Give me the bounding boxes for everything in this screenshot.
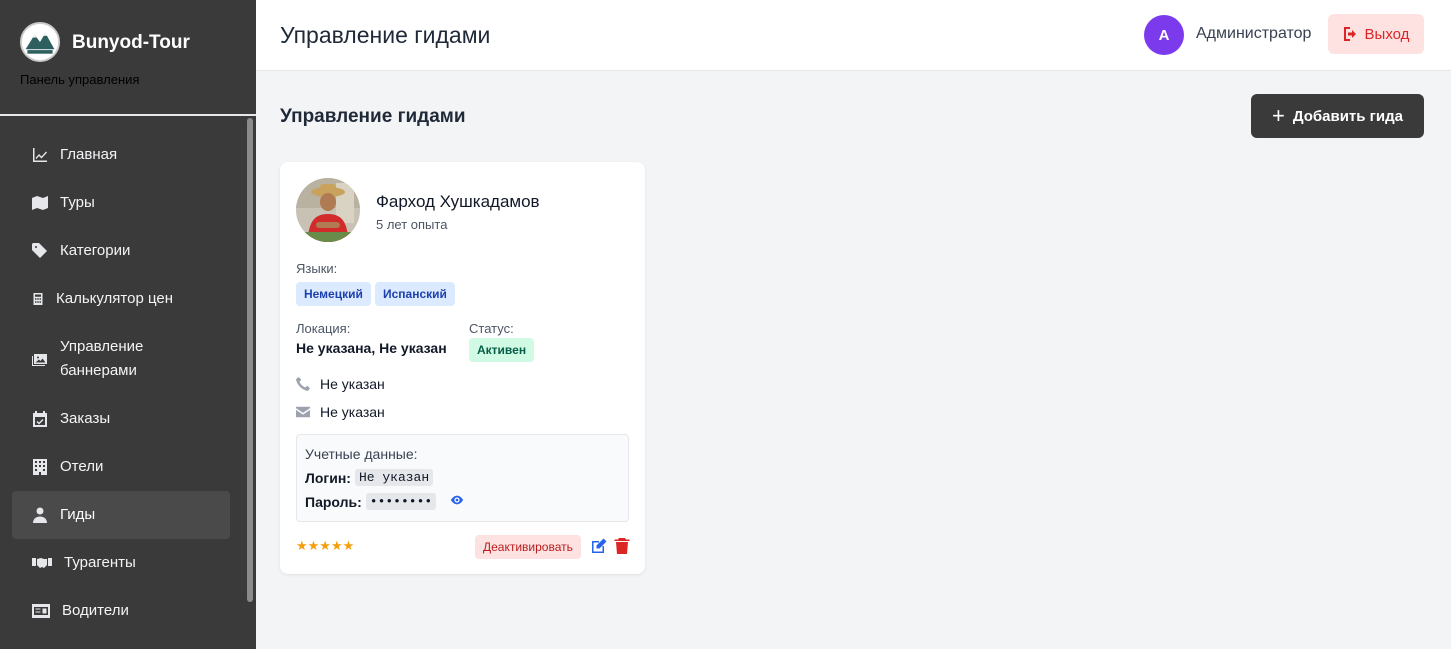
edit-icon[interactable] [591,538,607,554]
sidebar-item-dashboard[interactable]: Главная [12,131,230,179]
password-row: Пароль: •••••••• [305,493,464,510]
calendar-check-icon [33,411,47,427]
sidebar-divider [0,114,256,116]
user-icon [33,507,47,523]
section-title: Управление гидами [280,106,466,127]
email-row: Не указан [296,404,385,420]
guide-experience: 5 лет опыта [376,217,448,232]
sidebar-item-label: Калькулятор цен [56,290,174,307]
languages-label: Языки: [296,261,338,276]
credentials-box: Учетные данные: Логин: Не указан Пароль:… [296,434,629,522]
guide-portrait-icon [296,178,360,242]
guide-name: Фарход Хушкадамов [376,192,540,211]
password-value: •••••••• [365,493,437,510]
guide-card: Фарход Хушкадамов 5 лет опыта Языки: Нем… [280,162,645,574]
sidebar-item-banners[interactable]: Управление баннерами [12,323,230,395]
login-value: Не указан [354,469,434,486]
chart-line-icon [33,148,47,162]
handshake-icon [32,558,52,568]
sidebar-item-hotels[interactable]: Отели [12,443,230,491]
sidebar-item-label: Главная [60,146,118,163]
map-icon [32,196,48,210]
id-card-icon [32,604,50,618]
avatar[interactable]: A [1144,15,1184,55]
sidebar-item-tours[interactable]: Туры [12,179,230,227]
phone-value: Не указан [320,376,385,392]
sidebar-item-label: Заказы [60,410,111,427]
login-label: Логин: [305,469,351,486]
topbar: Управление гидами A Администратор Выход [256,0,1451,71]
mountain-logo-icon [22,24,58,60]
eye-icon [451,495,464,505]
brand-name: Bunyod-Tour [72,32,190,53]
logout-label: Выход [1364,25,1410,43]
sidebar-scrollbar[interactable] [247,118,253,602]
deactivate-button[interactable]: Деактивировать [475,535,581,559]
sidebar-item-orders[interactable]: Заказы [12,395,230,443]
brand-logo[interactable] [20,22,60,62]
sidebar-item-label: Категории [60,242,131,259]
user-name: Администратор [1196,25,1312,42]
show-password-button[interactable] [440,493,464,510]
phone-row: Не указан [296,376,385,392]
language-tag: Немецкий [296,282,371,306]
status-badge: Активен [469,338,535,362]
login-row: Логин: Не указан [305,469,434,486]
brand-subtitle: Панель управления [20,72,140,87]
sidebar-item-drivers[interactable]: Водители [12,587,230,635]
sidebar-item-label: Турагенты [64,554,136,571]
envelope-icon [296,406,310,418]
tags-icon [32,243,47,258]
email-value: Не указан [320,404,385,420]
phone-icon [296,377,310,391]
sidebar-item-label: Гиды [60,506,96,523]
add-guide-label: Добавить гида [1292,107,1403,125]
sidebar-nav: Главная Туры Категории Калькулятор цен У… [12,131,230,635]
sidebar-item-categories[interactable]: Категории [12,227,230,275]
credentials-title: Учетные данные: [305,446,418,462]
plus-icon: + [1271,103,1285,128]
sidebar: Bunyod-Tour Панель управления Главная Ту… [0,0,256,649]
building-icon [33,459,47,475]
page-title: Управление гидами [280,22,491,48]
rating-stars: ★★★★★ [296,538,355,553]
guide-photo [296,178,360,242]
trash-icon[interactable] [614,538,630,554]
sign-out-icon [1343,27,1356,41]
sidebar-item-label: Водители [62,602,129,619]
sidebar-item-guides[interactable]: Гиды [12,491,230,539]
location-value: Не указана, Не указан [296,340,447,356]
images-icon [32,354,47,366]
status-label: Статус: [469,321,514,336]
location-label: Локация: [296,321,351,336]
add-guide-button[interactable]: + Добавить гида [1251,94,1424,138]
logout-button[interactable]: Выход [1328,14,1424,54]
sidebar-item-tour-agents[interactable]: Турагенты [12,539,230,587]
language-tag: Испанский [375,282,455,306]
sidebar-item-label: Отели [60,458,104,475]
sidebar-item-label: Туры [60,194,95,211]
sidebar-item-label: Управление баннерами [60,338,144,379]
calculator-icon [33,293,43,305]
sidebar-item-price-calculator[interactable]: Калькулятор цен [12,275,230,323]
password-label: Пароль: [305,493,362,510]
